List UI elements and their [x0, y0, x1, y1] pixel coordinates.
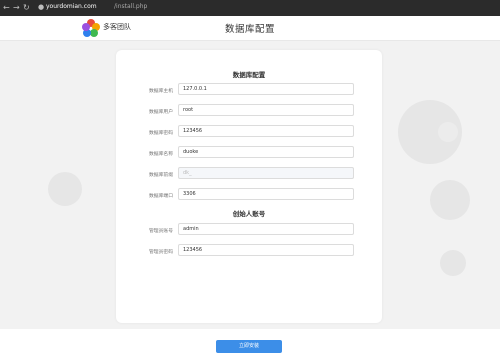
admin-account-input[interactable]: admin [178, 223, 354, 235]
address-bar[interactable]: ● yourdomian.com /install.php [36, 2, 496, 14]
install-button[interactable]: 立即安装 [216, 340, 282, 353]
reload-icon[interactable]: ↻ [23, 2, 30, 14]
db-prefix-value: dk_ [183, 170, 192, 176]
db-name-value: duoke [183, 149, 199, 155]
db-password-label: 数据库密码 [149, 131, 173, 136]
admin-account-label: 管理员账号 [149, 229, 173, 234]
back-icon[interactable]: ← [3, 2, 10, 14]
db-name-label: 数据库名称 [149, 152, 173, 157]
decorative-circle [430, 180, 470, 220]
db-prefix-label: 数据库前缀 [149, 173, 173, 178]
browser-toolbar: ← → ↻ ● yourdomian.com /install.php [0, 0, 500, 16]
db-password-value: 123456 [183, 128, 203, 134]
db-host-value: 127.0.0.1 [183, 86, 207, 92]
lock-icon: ● [38, 3, 45, 11]
db-password-input[interactable]: 123456 [178, 125, 354, 137]
page-title: 数据库配置 [224, 24, 275, 35]
db-user-label: 数据库用户 [149, 110, 173, 115]
db-section-title: 数据库配置 [232, 71, 266, 79]
install-form-card: 数据库配置 数据库主机 127.0.0.1 数据库用户 root 数据库密码 1… [116, 50, 382, 323]
db-port-input[interactable]: 3306 [178, 188, 354, 200]
db-user-input[interactable]: root [178, 104, 354, 116]
admin-password-input[interactable]: 123456 [178, 244, 354, 256]
db-user-value: root [183, 107, 194, 113]
admin-password-value: 123456 [183, 247, 203, 253]
db-port-value: 3306 [183, 191, 196, 197]
admin-password-label: 管理员密码 [149, 250, 173, 255]
db-host-label: 数据库主机 [149, 89, 173, 94]
forward-icon[interactable]: → [13, 2, 20, 14]
admin-account-value: admin [183, 226, 199, 232]
admin-section-title: 创始人账号 [232, 210, 266, 218]
db-name-input[interactable]: duoke [178, 146, 354, 158]
db-port-label: 数据库端口 [149, 194, 173, 199]
db-host-input[interactable]: 127.0.0.1 [178, 83, 354, 95]
page-footer: 立即安装 [0, 329, 500, 357]
page-header: 多客团队 数据库配置 [0, 16, 500, 41]
url-path: /install.php [114, 3, 148, 10]
decorative-circle [440, 250, 466, 276]
db-prefix-input[interactable]: dk_ [178, 167, 354, 179]
decorative-circle [48, 172, 82, 206]
url-domain: yourdomian.com [46, 3, 97, 10]
decorative-circle [438, 122, 458, 142]
